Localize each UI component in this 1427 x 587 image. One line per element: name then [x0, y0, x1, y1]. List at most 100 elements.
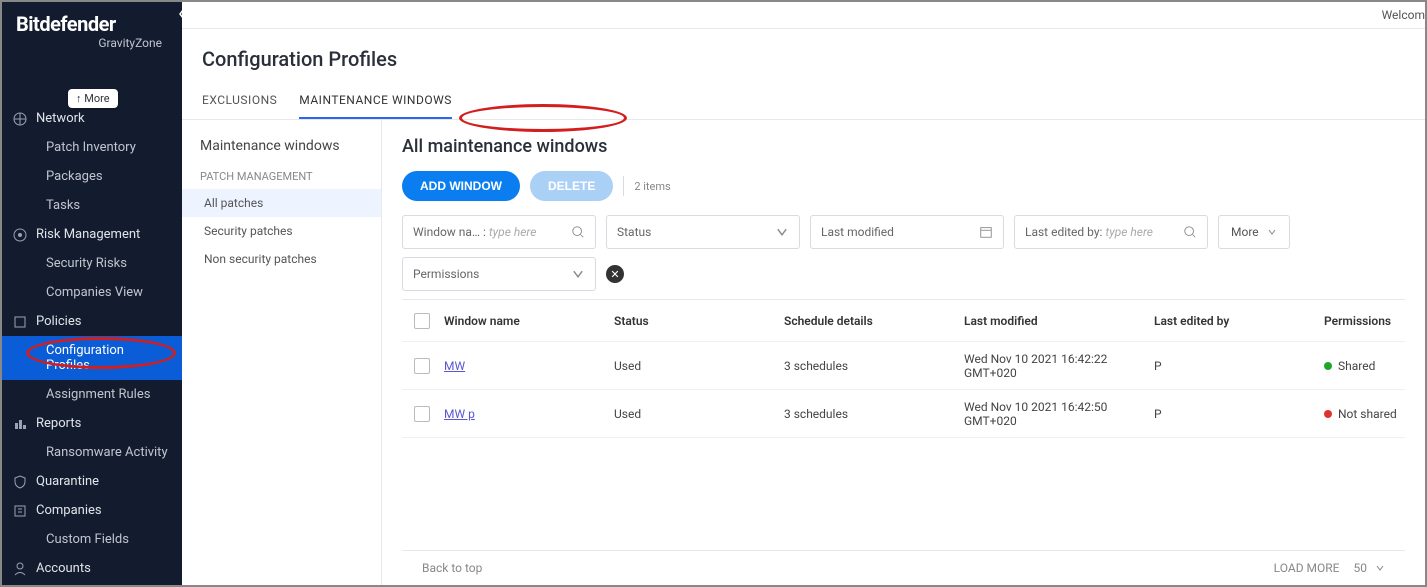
load-more-button[interactable]: LOAD MORE — [1274, 561, 1340, 575]
left-item-all-patches[interactable]: All patches — [182, 189, 381, 217]
cell-permission: Shared — [1318, 359, 1418, 373]
filter-last-modified[interactable]: Last modified — [810, 215, 1004, 249]
sidebar-nav: Network Patch Inventory Packages Tasks R… — [2, 104, 182, 583]
sidebar-item-quarantine[interactable]: Quarantine — [2, 467, 182, 496]
table-row: MW p Used 3 schedules Wed Nov 10 2021 16… — [402, 390, 1405, 438]
sidebar-item-ransomware[interactable]: Ransomware Activity — [2, 438, 182, 467]
add-window-button[interactable]: ADD WINDOW — [402, 171, 520, 201]
page-size-select[interactable]: 50 — [1354, 561, 1386, 575]
right-panel: All maintenance windows ADD WINDOW DELET… — [382, 120, 1425, 585]
sidebar-item-assignment-rules[interactable]: Assignment Rules — [2, 380, 182, 409]
col-window-name[interactable]: Window name — [438, 314, 608, 328]
sidebar-label-accounts: Accounts — [36, 561, 91, 576]
welcome-text: Welcom — [1382, 8, 1425, 22]
filter-permissions-label: Permissions — [413, 267, 479, 281]
brand-product: GravityZone — [16, 36, 168, 50]
table-header: Window name Status Schedule details Last… — [402, 300, 1405, 342]
col-last-edited[interactable]: Last edited by — [1148, 314, 1318, 328]
accounts-icon — [12, 561, 28, 577]
cell-status: Used — [608, 359, 778, 373]
left-panel-title: Maintenance windows — [200, 138, 381, 154]
filter-status-label: Status — [617, 225, 651, 239]
cell-modified: Wed Nov 10 2021 16:42:50 GMT+020 — [958, 400, 1148, 428]
chevron-down-icon — [775, 225, 789, 239]
cell-permission: Not shared — [1318, 407, 1418, 421]
sidebar-label-policies: Policies — [36, 314, 81, 329]
status-dot-icon — [1324, 362, 1332, 370]
tabs: EXCLUSIONS MAINTENANCE WINDOWS — [182, 85, 1425, 120]
chevron-left-icon — [177, 9, 182, 19]
more-badge[interactable]: More — [68, 89, 118, 108]
content: Maintenance windows PATCH MANAGEMENT All… — [182, 120, 1425, 585]
panel-title: All maintenance windows — [402, 136, 1405, 157]
back-to-top[interactable]: Back to top — [422, 561, 482, 575]
reports-icon — [12, 416, 28, 432]
topbar: Welcom — [182, 2, 1425, 29]
left-panel: Maintenance windows PATCH MANAGEMENT All… — [182, 120, 382, 585]
filter-last-edited-by[interactable]: Last edited by: type here — [1014, 215, 1208, 249]
filter-more-label: More — [1231, 225, 1259, 239]
chevron-down-icon — [1267, 227, 1277, 237]
sidebar-item-network[interactable]: Network — [2, 104, 182, 133]
filter-window-name-label: Window na… : — [413, 225, 486, 239]
sidebar-label-companies: Companies — [36, 503, 102, 518]
search-icon — [1183, 225, 1197, 239]
left-panel-header: PATCH MANAGEMENT — [200, 164, 381, 189]
window-name-link[interactable]: MW — [444, 359, 465, 373]
filter-window-name[interactable]: Window na… : type here — [402, 215, 596, 249]
sidebar-item-accounts[interactable]: Accounts — [2, 554, 182, 583]
filter-last-edited-placeholder: type here — [1105, 225, 1153, 239]
sidebar-item-tasks[interactable]: Tasks — [2, 191, 182, 220]
col-permissions[interactable]: Permissions — [1318, 314, 1418, 328]
sidebar-item-companies[interactable]: Companies — [2, 496, 182, 525]
chevron-down-icon — [1375, 563, 1385, 573]
sidebar-label-reports: Reports — [36, 416, 81, 431]
delete-button[interactable]: DELETE — [530, 171, 613, 201]
main: Welcom Configuration Profiles EXCLUSIONS… — [182, 2, 1425, 585]
action-row: ADD WINDOW DELETE 2 items — [402, 171, 1405, 201]
table-row: MW Used 3 schedules Wed Nov 10 2021 16:4… — [402, 342, 1405, 390]
sidebar-item-config-profiles[interactable]: Configuration Profiles — [2, 336, 182, 380]
left-item-security-patches[interactable]: Security patches — [200, 217, 381, 245]
chevron-down-icon — [571, 267, 585, 281]
cell-edited: P — [1148, 359, 1318, 373]
sidebar-item-security-risks[interactable]: Security Risks — [2, 249, 182, 278]
shield-icon — [12, 474, 28, 490]
row-checkbox[interactable] — [414, 358, 430, 374]
filter-last-edited-label: Last edited by: — [1025, 225, 1102, 239]
sidebar-item-packages[interactable]: Packages — [2, 162, 182, 191]
sidebar-label-network: Network — [36, 111, 85, 126]
filters-row: Window na… : type here Status Last modif… — [402, 215, 1405, 249]
col-status[interactable]: Status — [608, 314, 778, 328]
filter-last-modified-label: Last modified — [821, 225, 894, 239]
tab-maintenance-windows[interactable]: MAINTENANCE WINDOWS — [299, 85, 452, 119]
cell-status: Used — [608, 407, 778, 421]
tab-exclusions[interactable]: EXCLUSIONS — [202, 85, 277, 119]
filter-status[interactable]: Status — [606, 215, 800, 249]
calendar-icon — [979, 225, 993, 239]
filter-permissions[interactable]: Permissions — [402, 257, 596, 291]
row-checkbox[interactable] — [414, 406, 430, 422]
select-all-checkbox[interactable] — [414, 313, 430, 329]
sidebar-item-risk[interactable]: Risk Management — [2, 220, 182, 249]
table-footer: Back to top LOAD MORE 50 — [402, 550, 1405, 585]
left-item-nonsecurity-patches[interactable]: Non security patches — [200, 245, 381, 273]
sidebar-item-patch-inventory[interactable]: Patch Inventory — [2, 133, 182, 162]
sidebar-item-reports[interactable]: Reports — [2, 409, 182, 438]
sidebar-label-risk: Risk Management — [36, 227, 140, 242]
sidebar-item-companies-view[interactable]: Companies View — [2, 278, 182, 307]
brand-name: Bitdefender — [16, 12, 168, 36]
sidebar-item-custom-fields[interactable]: Custom Fields — [2, 525, 182, 554]
status-dot-icon — [1324, 410, 1332, 418]
search-icon — [571, 225, 585, 239]
table: Window name Status Schedule details Last… — [402, 299, 1405, 550]
brand-logo: Bitdefender GravityZone — [2, 2, 182, 54]
clear-filters-button[interactable]: ✕ — [606, 265, 624, 283]
filters-row-2: Permissions ✕ — [402, 257, 1405, 291]
sidebar-item-policies[interactable]: Policies — [2, 307, 182, 336]
col-schedule[interactable]: Schedule details — [778, 314, 958, 328]
filter-more[interactable]: More — [1218, 215, 1290, 249]
col-last-modified[interactable]: Last modified — [958, 314, 1148, 328]
window-name-link[interactable]: MW p — [444, 407, 475, 421]
filter-window-name-placeholder: type here — [489, 225, 537, 239]
